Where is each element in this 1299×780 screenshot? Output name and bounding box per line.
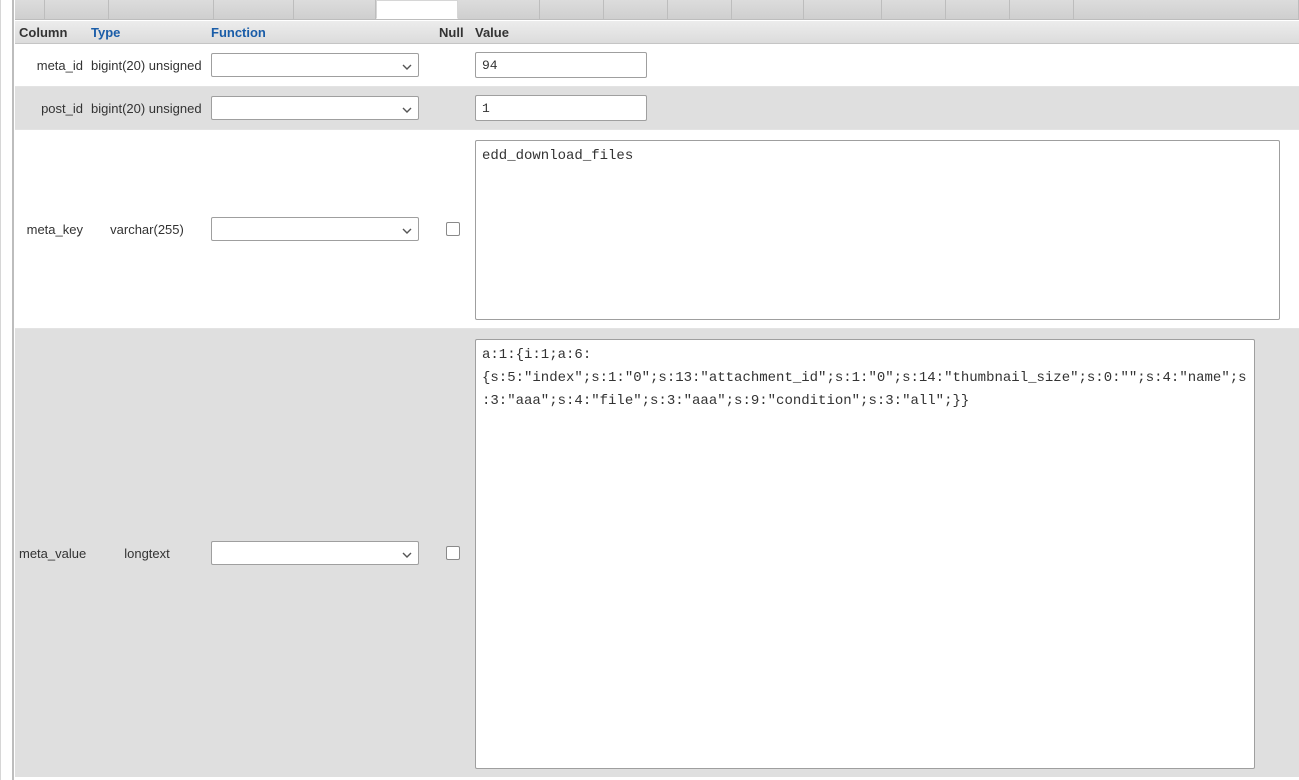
tabbar-seg[interactable] [946,0,1010,19]
cell-column: post_id [15,101,87,116]
header-value: Value [471,25,1299,40]
table-row: meta_value longtext [15,329,1299,777]
chevron-down-icon [402,60,412,70]
header-column: Column [15,25,87,40]
tabbar-seg[interactable] [882,0,946,19]
left-divider [12,0,14,780]
null-checkbox[interactable] [446,222,460,236]
tabbar-seg[interactable] [604,0,668,19]
tabbar-seg[interactable] [540,0,604,19]
table-row: meta_key varchar(255) [15,130,1299,329]
tabbar-seg[interactable] [732,0,804,19]
function-select[interactable] [211,53,419,77]
chevron-down-icon [402,103,412,113]
tabbar-seg[interactable] [804,0,882,19]
tabbar-seg[interactable] [458,0,540,19]
rows-container: meta_id bigint(20) unsigned post_id bigi… [15,44,1299,780]
header-null: Null [435,25,471,40]
value-textarea[interactable] [475,140,1280,320]
tabbar-seg[interactable] [214,0,294,19]
chevron-down-icon [402,548,412,558]
tabbar-seg[interactable] [668,0,732,19]
null-checkbox[interactable] [446,546,460,560]
cell-column: meta_value [15,546,87,561]
table-header-row: Column Type Function Null Value [15,20,1299,44]
tabbar-seg[interactable] [294,0,376,19]
function-select[interactable] [211,217,419,241]
header-function-link[interactable]: Function [211,25,266,40]
left-gutter [0,0,12,780]
header-type-link[interactable]: Type [91,25,120,40]
table-row: post_id bigint(20) unsigned [15,87,1299,130]
upper-tabbar [15,0,1299,20]
function-select[interactable] [211,541,419,565]
cell-type: longtext [87,546,207,561]
tabbar-seg[interactable] [1010,0,1074,19]
tabbar-seg[interactable] [45,0,109,19]
tabbar-seg[interactable] [15,0,45,19]
tabbar-seg[interactable] [109,0,214,19]
value-input[interactable] [475,95,647,121]
tabbar-seg-active[interactable] [376,0,458,19]
value-textarea[interactable] [475,339,1255,769]
tabbar-seg[interactable] [1074,0,1299,19]
cell-type: varchar(255) [87,222,207,237]
chevron-down-icon [402,224,412,234]
cell-type: bigint(20) unsigned [87,101,207,116]
function-select[interactable] [211,96,419,120]
cell-type: bigint(20) unsigned [87,58,207,73]
value-input[interactable] [475,52,647,78]
cell-column: meta_id [15,58,87,73]
cell-column: meta_key [15,222,87,237]
table-row: meta_id bigint(20) unsigned [15,44,1299,87]
